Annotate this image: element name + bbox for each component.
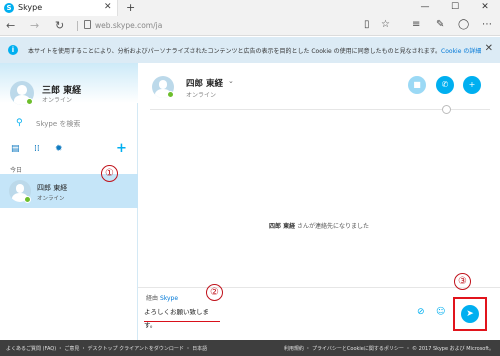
contacts-icon[interactable]: ▤ [11, 144, 20, 154]
url-path: /ja [153, 21, 163, 30]
lock-icon [84, 20, 91, 29]
skype-icon: S [4, 3, 14, 13]
address-bar: ← → ↻ web.skype.com/ja ▯ ☆ ≡ ✎ ◯ ⋯ [0, 16, 500, 36]
header-divider [150, 109, 490, 110]
compose-divider [138, 287, 500, 288]
notes-icon[interactable]: ✎ [436, 19, 444, 30]
more-icon[interactable]: ⋯ [482, 19, 492, 30]
cookie-link[interactable]: Cookie の詳細 [441, 48, 481, 55]
maximize-button[interactable]: ☐ [440, 0, 470, 16]
cookie-message: 本サイトを使用することにより、分析およびパーソナライズされたコンテンツと広告の表… [28, 48, 442, 55]
annotation-2: ② [206, 284, 223, 301]
browser-titlebar: S Skype ✕ + — ☐ ✕ [0, 0, 500, 16]
info-icon: i [8, 45, 18, 55]
search-icon[interactable]: ⚲ [16, 118, 23, 128]
add-person-icon[interactable]: + [463, 76, 481, 94]
chat-contact-name[interactable]: 四郎 東経 [186, 77, 223, 89]
footer-links[interactable]: よくあるご質問 (FAQ) ・ ご意見 ・ デスクトップ クライアントをダウンロ… [6, 345, 207, 352]
chat-presence-dot [167, 91, 174, 98]
close-window-button[interactable]: ✕ [470, 0, 500, 16]
video-call-icon[interactable]: ■ [408, 76, 426, 94]
url-field[interactable]: web.skype.com/ja [95, 21, 162, 30]
via-label: 経由 Skype [146, 293, 178, 302]
reading-view-icon[interactable]: ▯ [364, 19, 370, 30]
new-tab-button[interactable]: + [126, 1, 135, 14]
send-icon[interactable]: ➤ [461, 305, 479, 323]
contact-list-item[interactable]: 四郎 東経 オンライン [0, 174, 138, 208]
dialpad-icon[interactable]: ⁞⁞ [34, 144, 40, 154]
cookie-close-icon[interactable]: ✕ [485, 43, 493, 54]
tab-title: Skype [18, 3, 43, 12]
favorite-icon[interactable]: ☆ [381, 19, 390, 30]
cookie-banner: i 本サイトを使用することにより、分析およびパーソナライズされたコンテンツと広告… [0, 37, 500, 63]
forward-icon[interactable]: → [30, 19, 39, 32]
url-separator [77, 21, 78, 31]
system-message-name: 四郎 東経 [268, 223, 296, 230]
cookie-text: 本サイトを使用することにより、分析およびパーソナライズされたコンテンツと広告の表… [28, 46, 481, 55]
hub-icon[interactable]: ≡ [412, 19, 420, 30]
my-presence-dot [26, 98, 33, 105]
sidebar: 三郎 東経 オンライン ⚲ Skype を検索 ▤ ⁞⁞ ✹ + 今日 四郎 東… [0, 63, 138, 340]
my-status: オンライン [42, 97, 73, 104]
attachment-icon[interactable]: ⊘ [417, 307, 425, 317]
minimize-button[interactable]: — [410, 0, 440, 16]
contact-presence-dot [24, 196, 31, 203]
tab-close-icon[interactable]: ✕ [104, 2, 112, 12]
back-icon[interactable]: ← [6, 19, 15, 32]
via-service[interactable]: Skype [160, 295, 178, 302]
input-underline-annotation [144, 321, 220, 322]
contact-name: 四郎 東経 [37, 184, 68, 192]
chevron-down-icon[interactable]: ⌄ [228, 77, 234, 85]
search-input[interactable]: Skype を検索 [36, 119, 80, 129]
url-host: web.skype.com [95, 21, 154, 30]
chat-contact-status: オンライン [186, 92, 217, 99]
plus-icon[interactable]: + [116, 141, 127, 156]
contact-status: オンライン [37, 196, 65, 202]
system-message-text: さんが連絡先になりました [297, 223, 370, 230]
footer-legal[interactable]: 利用規約 ・ プライバシーとCookieに関するポリシー ・ © 2017 Sk… [284, 345, 494, 352]
footer: よくあるご質問 (FAQ) ・ ご意見 ・ デスクトップ クライアントをダウンロ… [0, 340, 500, 356]
globe-icon [442, 105, 451, 114]
section-today: 今日 [10, 167, 23, 174]
system-message: 四郎 東経 さんが連絡先になりました [138, 221, 500, 230]
message-input[interactable]: よろしくお願い致します。 [144, 306, 220, 329]
browser-tab[interactable]: S Skype ✕ [0, 0, 118, 16]
refresh-icon[interactable]: ↻ [55, 19, 64, 32]
annotation-1: ① [101, 165, 118, 182]
settings-icon[interactable]: ✹ [55, 144, 63, 154]
window-controls: — ☐ ✕ [410, 0, 500, 16]
audio-call-icon[interactable]: ✆ [436, 76, 454, 94]
send-highlight-box: ➤ [453, 297, 487, 331]
share-icon[interactable]: ◯ [458, 19, 469, 30]
annotation-3: ③ [454, 273, 471, 290]
via-prefix: 経由 [146, 295, 159, 302]
emoticon-icon[interactable]: ☺ [436, 307, 445, 317]
chat-panel: 四郎 東経 ⌄ オンライン ■ ✆ + 四郎 東経 さんが連絡先になりました 経… [138, 63, 500, 340]
